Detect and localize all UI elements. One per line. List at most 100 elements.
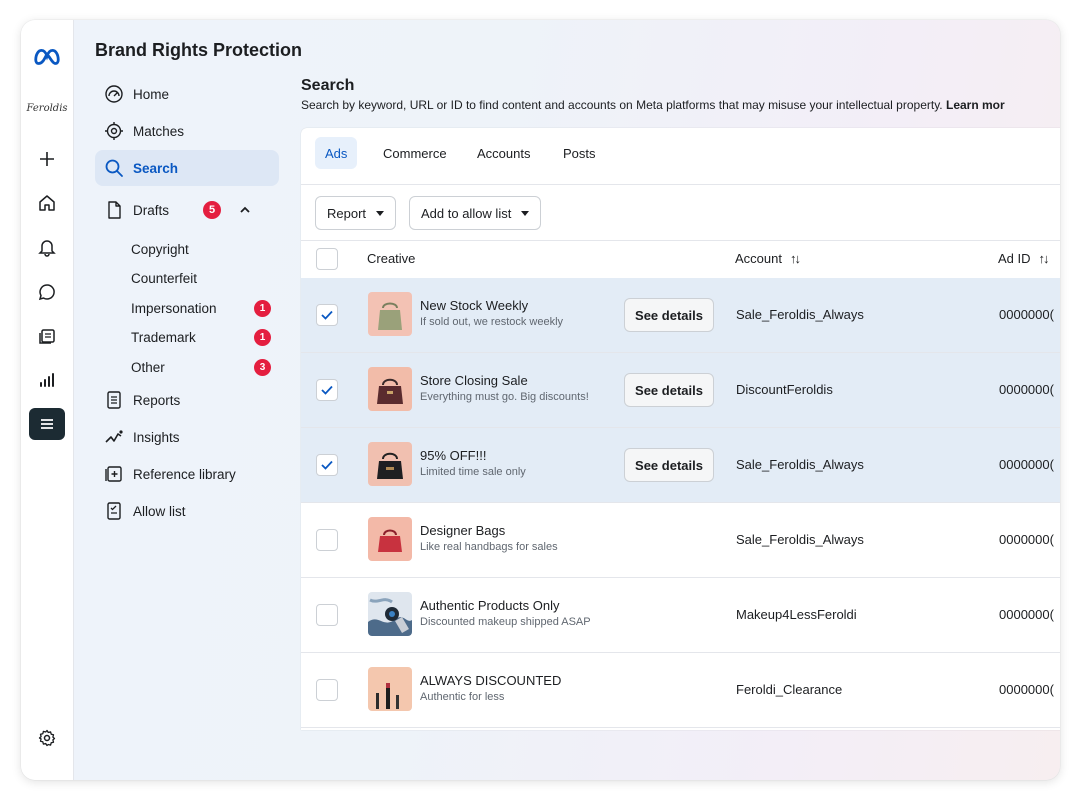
pages-icon[interactable] xyxy=(29,320,65,352)
sort-arrows-icon[interactable]: ↑↓ xyxy=(1039,251,1050,266)
column-ad-id[interactable]: Ad ID ↑↓ xyxy=(998,251,1050,266)
nav-reference-library-label: Reference library xyxy=(133,466,236,482)
creative-title: 95% OFF!!! xyxy=(420,448,487,463)
tab-ads[interactable]: Ads xyxy=(315,137,358,169)
drafts-sub-impersonation[interactable]: Impersonation 1 xyxy=(131,296,271,320)
nav-drafts-label: Drafts xyxy=(133,202,170,218)
learn-more-link[interactable]: Learn mor xyxy=(946,98,1005,112)
settings-gear-icon[interactable] xyxy=(29,722,65,754)
nav-matches[interactable]: Matches xyxy=(95,113,279,149)
impersonation-count-badge: 1 xyxy=(254,299,271,317)
tab-commerce[interactable]: Commerce xyxy=(373,137,457,169)
add-to-allow-list-dropdown[interactable]: Add to allow list xyxy=(409,196,542,230)
see-details-button[interactable]: See details xyxy=(624,373,714,407)
creative-subtitle: Like real handbags for sales xyxy=(420,541,558,553)
bell-icon[interactable] xyxy=(29,231,65,263)
table-row[interactable]: Designer Bags Like real handbags for sal… xyxy=(301,503,1060,578)
report-dropdown[interactable]: Report xyxy=(315,196,397,230)
toolbar: Report Add to allow list xyxy=(301,184,1060,241)
row-checkbox[interactable] xyxy=(316,304,338,326)
drafts-sub-other[interactable]: Other 3 xyxy=(131,355,271,379)
nav-drafts[interactable]: Drafts 5 xyxy=(95,192,279,228)
tab-posts[interactable]: Posts xyxy=(553,137,606,169)
see-details-button[interactable]: See details xyxy=(624,298,714,332)
ad-id: 0000000( xyxy=(999,682,1054,697)
checkmark-icon xyxy=(321,385,333,395)
creative-thumbnail xyxy=(368,442,412,486)
caret-down-icon xyxy=(376,210,385,216)
account-name: DiscountFeroldis xyxy=(736,382,833,397)
table-row[interactable]: Authentic Products Only Discounted makeu… xyxy=(301,578,1060,653)
creative-thumbnail xyxy=(368,517,412,561)
drafts-sub-trademark[interactable]: Trademark 1 xyxy=(131,325,271,349)
search-icon xyxy=(103,157,125,179)
report-dropdown-label: Report xyxy=(327,205,367,221)
bar-chart-icon[interactable] xyxy=(29,364,65,396)
nav-search-label: Search xyxy=(133,160,179,176)
other-count-badge: 3 xyxy=(254,358,271,376)
table-header: Creative Account ↑↓ Ad ID ↑↓ xyxy=(301,240,1060,279)
table-row[interactable]: 95% OFF!!! Limited time sale only See de… xyxy=(301,428,1060,503)
table-row[interactable]: ALWAYS DISCOUNTED Authentic for less Fer… xyxy=(301,653,1060,728)
creative-subtitle: Everything must go. Big discounts! xyxy=(420,391,589,403)
results-panel: Ads Commerce Accounts Posts Report Add t… xyxy=(301,128,1060,730)
drafts-count-badge: 5 xyxy=(203,201,221,219)
nav-insights-label: Insights xyxy=(133,429,180,445)
nav-allow-list[interactable]: Allow list xyxy=(95,493,279,529)
column-creative: Creative xyxy=(367,251,415,266)
target-icon xyxy=(103,120,125,142)
row-checkbox[interactable] xyxy=(316,379,338,401)
drafts-sub-copyright[interactable]: Copyright xyxy=(131,237,271,261)
column-account-label: Account xyxy=(735,251,782,266)
chat-bubble-icon[interactable] xyxy=(29,276,65,308)
row-checkbox[interactable] xyxy=(316,454,338,476)
report-list-icon xyxy=(103,389,125,411)
row-checkbox[interactable] xyxy=(316,529,338,551)
table-row[interactable]: Store Closing Sale Everything must go. B… xyxy=(301,353,1060,428)
row-checkbox[interactable] xyxy=(316,679,338,701)
nav-search[interactable]: Search xyxy=(95,150,279,186)
creative-subtitle: If sold out, we restock weekly xyxy=(420,316,564,328)
account-name: Sale_Feroldis_Always xyxy=(736,307,864,322)
ad-id: 0000000( xyxy=(999,307,1054,322)
ad-id: 0000000( xyxy=(999,607,1054,622)
row-checkbox[interactable] xyxy=(316,604,338,626)
account-name: Sale_Feroldis_Always xyxy=(736,457,864,472)
nav-allow-list-label: Allow list xyxy=(133,503,186,519)
description-text: Search by keyword, URL or ID to find con… xyxy=(301,98,943,112)
tab-accounts[interactable]: Accounts xyxy=(467,137,540,169)
caret-down-icon xyxy=(521,210,530,216)
nav-reports-label: Reports xyxy=(133,392,181,408)
chevron-up-icon[interactable] xyxy=(239,204,251,216)
meta-logo-icon[interactable] xyxy=(29,40,65,72)
see-details-button[interactable]: See details xyxy=(624,448,714,482)
table-row[interactable]: New Stock Weekly If sold out, we restock… xyxy=(301,278,1060,353)
drafts-sub-label: Copyright xyxy=(131,241,189,257)
nav-home[interactable]: Home xyxy=(95,76,279,112)
brand-logo-text: Feroldis xyxy=(26,102,68,114)
ad-id: 0000000( xyxy=(999,532,1054,547)
sort-arrows-icon[interactable]: ↑↓ xyxy=(790,251,801,266)
plus-icon[interactable] xyxy=(29,143,65,175)
drafts-sub-label: Other xyxy=(131,359,165,375)
checkmark-icon xyxy=(321,310,333,320)
menu-icon[interactable] xyxy=(29,408,65,440)
drafts-sub-counterfeit[interactable]: Counterfeit xyxy=(131,266,271,290)
account-name: Makeup4LessFeroldi xyxy=(736,607,857,622)
creative-title: New Stock Weekly xyxy=(420,298,529,313)
app-window: Feroldis Brand Rights Protection Home Ma… xyxy=(21,20,1060,780)
nav-reference-library[interactable]: Reference library xyxy=(95,456,279,492)
nav-reports[interactable]: Reports xyxy=(95,382,279,418)
brand-logo[interactable]: Feroldis xyxy=(26,92,68,124)
creative-thumbnail xyxy=(368,667,412,711)
column-account[interactable]: Account ↑↓ xyxy=(735,251,801,266)
creative-title: Authentic Products Only xyxy=(420,598,560,613)
drafts-sub-label: Trademark xyxy=(131,329,196,345)
creative-title: Designer Bags xyxy=(420,523,506,538)
select-all-checkbox[interactable] xyxy=(316,248,338,270)
home-icon[interactable] xyxy=(29,187,65,219)
creative-subtitle: Limited time sale only xyxy=(420,466,526,478)
ad-id: 0000000( xyxy=(999,457,1054,472)
nav-insights[interactable]: Insights xyxy=(95,419,279,455)
column-ad-id-label: Ad ID xyxy=(998,251,1031,266)
